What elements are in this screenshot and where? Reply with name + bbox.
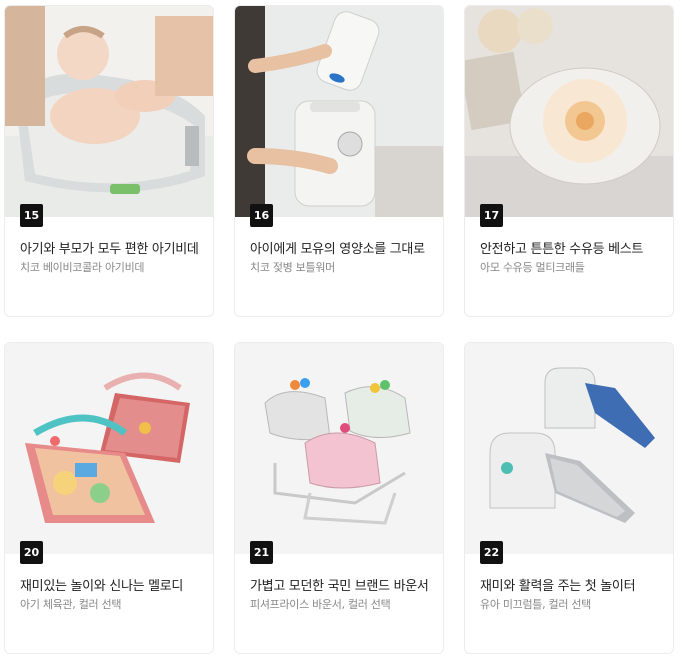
rank-badge: 21 <box>250 541 273 564</box>
product-grid: 15 아기와 부모가 모두 편한 아기비데 치코 베이비코콜라 아기비데 16 … <box>0 0 683 660</box>
product-card-22[interactable]: 22 재미와 활력을 주는 첫 놀이터 유아 미끄럼틀, 컬러 선택 <box>464 342 674 654</box>
bottle-warmer-image[interactable] <box>235 6 443 217</box>
product-title[interactable]: 안전하고 튼튼한 수유등 베스트 <box>480 238 643 257</box>
product-title[interactable]: 아이에게 모유의 영양소를 그대로 <box>250 238 425 257</box>
product-card-16[interactable]: 16 아이에게 모유의 영양소를 그대로 치코 젖병 보틀워머 <box>234 5 444 317</box>
rank-badge: 15 <box>20 204 43 227</box>
baby-gym-image[interactable] <box>5 343 213 554</box>
product-subtitle: 아기 체육관, 컬러 선택 <box>20 598 122 611</box>
product-card-21[interactable]: 21 가볍고 모던한 국민 브랜드 바운서 피셔프라이스 바운서, 컬러 선택 <box>234 342 444 654</box>
nursing-light-image[interactable] <box>465 6 673 217</box>
product-card-20[interactable]: 20 재미있는 놀이와 신나는 멜로디 아기 체육관, 컬러 선택 <box>4 342 214 654</box>
product-subtitle: 치코 젖병 보틀워머 <box>250 261 335 274</box>
rank-badge: 16 <box>250 204 273 227</box>
product-card-17[interactable]: 17 안전하고 튼튼한 수유등 베스트 아모 수유등 멀티크래들 <box>464 5 674 317</box>
product-subtitle: 치코 베이비코콜라 아기비데 <box>20 261 145 274</box>
baby-bidet-image[interactable] <box>5 6 213 217</box>
product-title[interactable]: 아기와 부모가 모두 편한 아기비데 <box>20 238 199 257</box>
product-card-15[interactable]: 15 아기와 부모가 모두 편한 아기비데 치코 베이비코콜라 아기비데 <box>4 5 214 317</box>
bouncer-image[interactable] <box>235 343 443 554</box>
product-title[interactable]: 재미와 활력을 주는 첫 놀이터 <box>480 575 636 594</box>
rank-badge: 20 <box>20 541 43 564</box>
product-subtitle: 아모 수유등 멀티크래들 <box>480 261 585 274</box>
rank-badge: 17 <box>480 204 503 227</box>
rank-badge: 22 <box>480 541 503 564</box>
product-subtitle: 유아 미끄럼틀, 컬러 선택 <box>480 598 591 611</box>
product-title[interactable]: 가볍고 모던한 국민 브랜드 바운서 <box>250 575 429 594</box>
product-title[interactable]: 재미있는 놀이와 신나는 멜로디 <box>20 575 183 594</box>
product-subtitle: 피셔프라이스 바운서, 컬러 선택 <box>250 598 391 611</box>
slide-image[interactable] <box>465 343 673 554</box>
